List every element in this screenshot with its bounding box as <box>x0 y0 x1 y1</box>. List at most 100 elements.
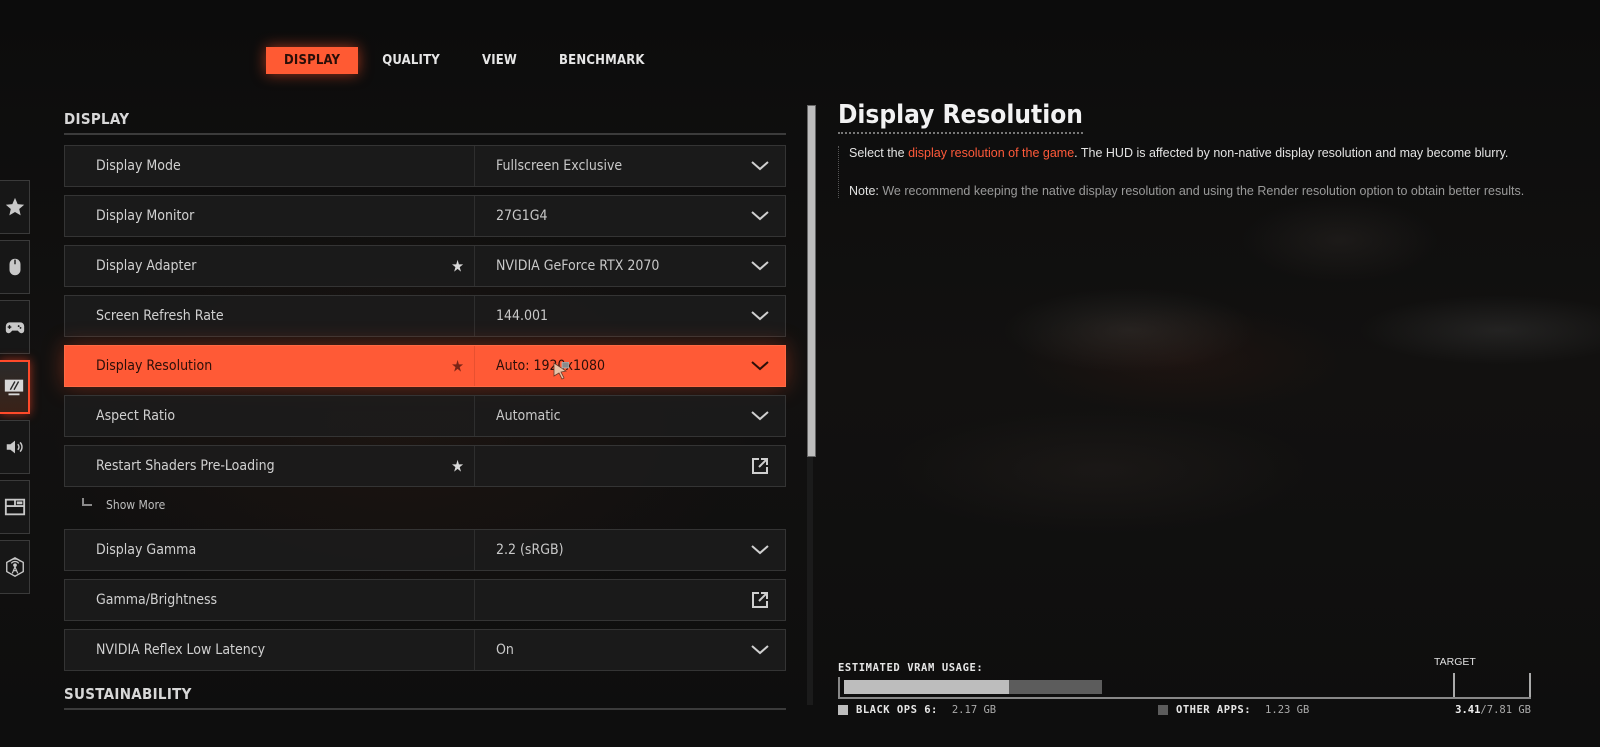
note-label: Note: <box>849 184 879 198</box>
show-more-link[interactable]: Show More <box>82 491 786 519</box>
setting-dropdown-value[interactable]: Fullscreen Exclusive <box>475 158 785 174</box>
setting-label-text: NVIDIA Reflex Low Latency <box>96 642 266 658</box>
vram-legend: BLACK OPS 6: 2.17 GB OTHER APPS: 1.23 GB… <box>838 703 1531 717</box>
setting-dropdown-value[interactable]: NVIDIA GeForce RTX 2070 <box>475 258 785 274</box>
setting-row-aspect-ratio[interactable]: Aspect Ratio Automatic <box>64 395 786 437</box>
setting-row-display-gamma[interactable]: Display Gamma 2.2 (sRGB) <box>64 529 786 571</box>
category-sidebar <box>0 180 30 600</box>
vram-target-label: TARGET <box>1434 656 1476 668</box>
star-icon: ★ <box>451 256 464 276</box>
note-text: We recommend keeping the native display … <box>878 184 1525 198</box>
speaker-icon <box>6 440 23 454</box>
star-icon: ★ <box>451 356 464 376</box>
legend-swatch-game <box>838 705 848 715</box>
legend-black-ops: BLACK OPS 6: 2.17 GB <box>838 704 996 716</box>
chevron-down-icon <box>751 261 769 271</box>
scrollbar-thumb[interactable] <box>807 105 816 457</box>
tab-display[interactable]: DISPLAY <box>266 47 359 74</box>
chevron-down-icon <box>751 411 769 421</box>
setting-row-display-mode[interactable]: Display Mode Fullscreen Exclusive <box>64 145 786 187</box>
legend-other-apps: OTHER APPS: 1.23 GB <box>1158 704 1309 716</box>
setting-label-text: Display Adapter <box>96 258 197 274</box>
vram-end-marker <box>1529 673 1531 697</box>
vram-target-marker <box>1453 673 1456 697</box>
setting-dropdown-value[interactable]: 144.001 <box>475 308 785 324</box>
setting-dropdown-value[interactable]: Auto: 1920x1080 <box>475 358 785 374</box>
elbow-connector-icon <box>82 498 92 506</box>
setting-row-screen-refresh-rate[interactable]: Screen Refresh Rate 144.001 <box>64 295 786 337</box>
setting-label-text: Screen Refresh Rate <box>96 308 224 324</box>
setting-label: Display Adapter ★ <box>65 246 475 286</box>
sidebar-item-favorites[interactable] <box>0 180 30 234</box>
description-title: Display Resolution <box>838 100 1083 134</box>
sidebar-item-graphics[interactable] <box>0 360 30 414</box>
setting-label-text: Gamma/Brightness <box>96 592 218 608</box>
chevron-down-icon <box>751 211 769 221</box>
mouse-icon <box>9 258 20 276</box>
setting-label: Display Resolution ★ <box>65 346 475 386</box>
section-title-display: DISPLAY <box>64 110 786 135</box>
setting-label: Display Monitor <box>65 196 475 236</box>
monitor-icon <box>4 379 24 396</box>
description-text-end: . The HUD is affected by non-native disp… <box>1074 146 1509 160</box>
setting-label-text: Aspect Ratio <box>96 408 176 424</box>
description-panel: Display Resolution Select the display re… <box>838 100 1558 198</box>
star-icon <box>5 197 24 216</box>
setting-row-display-resolution[interactable]: Display Resolution ★ Auto: 1920x1080 <box>64 345 786 387</box>
tab-view[interactable]: VIEW <box>464 47 535 74</box>
legend-swatch-other <box>1158 705 1168 715</box>
tab-benchmark[interactable]: BENCHMARK <box>541 47 663 74</box>
chevron-down-icon <box>751 311 769 321</box>
show-more-label: Show More <box>106 498 166 512</box>
vram-bar-other-apps <box>1008 680 1102 694</box>
legend-game-label: BLACK OPS 6: <box>856 704 938 716</box>
setting-label-text: Display Monitor <box>96 208 195 224</box>
external-link-icon <box>752 458 768 474</box>
setting-label-text: Display Mode <box>96 158 181 174</box>
sidebar-item-controller[interactable] <box>0 300 30 354</box>
legend-other-value: 1.23 GB <box>1265 704 1310 716</box>
setting-dropdown-value[interactable]: 27G1G4 <box>475 208 785 224</box>
setting-row-restart-shaders-pre-loading[interactable]: Restart Shaders Pre-Loading ★ <box>64 445 786 487</box>
setting-label-text: Display Gamma <box>96 542 197 558</box>
setting-label-text: Display Resolution <box>96 358 213 374</box>
description-text: Select the display resolution of the gam… <box>838 146 1558 198</box>
setting-row-display-monitor[interactable]: Display Monitor 27G1G4 <box>64 195 786 237</box>
setting-row-nvidia-reflex-low-latency[interactable]: NVIDIA Reflex Low Latency On <box>64 629 786 671</box>
vram-bar <box>838 673 1531 699</box>
setting-dropdown-value[interactable]: 2.2 (sRGB) <box>475 542 785 558</box>
legend-other-label: OTHER APPS: <box>1176 704 1252 716</box>
setting-row-display-adapter[interactable]: Display Adapter ★ NVIDIA GeForce RTX 2070 <box>64 245 786 287</box>
vram-total-available: /7.81 GB <box>1480 704 1531 716</box>
vram-bar-game <box>844 680 1009 694</box>
vram-usage-meter: ESTIMATED VRAM USAGE: TARGET BLACK OPS 6… <box>838 656 1531 717</box>
layout-icon <box>4 498 25 516</box>
star-icon: ★ <box>451 456 464 476</box>
setting-row-gamma-brightness[interactable]: Gamma/Brightness <box>64 579 786 621</box>
description-note: Note: We recommend keeping the native di… <box>849 184 1558 198</box>
setting-label: Restart Shaders Pre-Loading ★ <box>65 446 475 486</box>
sidebar-item-network[interactable] <box>0 540 30 594</box>
setting-dropdown-value[interactable]: Automatic <box>475 408 785 424</box>
setting-label: Aspect Ratio <box>65 396 475 436</box>
vram-title: ESTIMATED VRAM USAGE: <box>838 662 984 674</box>
sidebar-item-interface[interactable] <box>0 480 30 534</box>
description-highlight: display resolution of the game <box>908 146 1075 160</box>
setting-label: Display Mode <box>65 146 475 186</box>
setting-label-text: Restart Shaders Pre-Loading <box>96 458 275 474</box>
vram-total: 3.41/7.81 GB <box>1455 704 1531 716</box>
tab-quality[interactable]: QUALITY <box>364 47 458 74</box>
chevron-down-icon <box>751 545 769 555</box>
chevron-down-icon <box>751 645 769 655</box>
top-tabs: DISPLAY QUALITY VIEW BENCHMARK <box>266 47 669 74</box>
section-title-sustainability: SUSTAINABILITY <box>64 685 786 710</box>
gamepad-icon <box>5 322 24 334</box>
external-link-icon <box>752 592 768 608</box>
sidebar-item-mouse[interactable] <box>0 240 30 294</box>
setting-dropdown-value[interactable]: On <box>475 642 785 658</box>
legend-game-value: 2.17 GB <box>951 704 997 716</box>
setting-label: NVIDIA Reflex Low Latency <box>65 630 475 670</box>
network-icon <box>5 557 24 577</box>
chevron-down-icon <box>751 161 769 171</box>
sidebar-item-audio[interactable] <box>0 420 30 474</box>
